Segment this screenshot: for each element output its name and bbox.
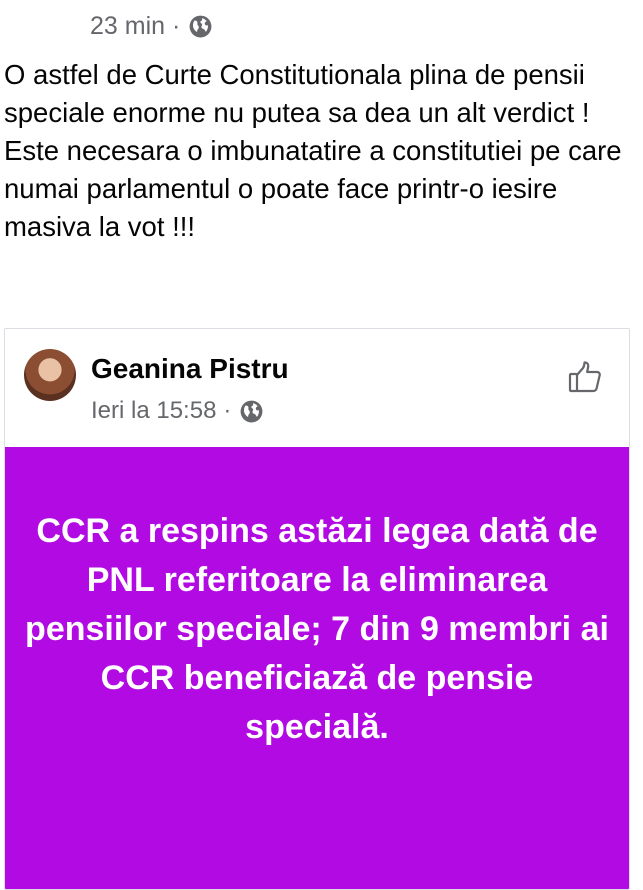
author-name[interactable]: Geanina Pistru xyxy=(91,353,289,385)
shared-post-meta: Ieri la 15:58 · xyxy=(91,397,264,425)
shared-post-card[interactable]: Geanina Pistru Ieri la 15:58 · CCR a res… xyxy=(4,328,630,890)
globe-icon[interactable] xyxy=(188,14,213,39)
shared-post-header: Geanina Pistru Ieri la 15:58 · xyxy=(5,329,629,447)
globe-icon[interactable] xyxy=(239,399,264,424)
shared-post-banner: CCR a respins astăzi legea dată de PNL r… xyxy=(5,447,629,889)
shared-post-timestamp[interactable]: Ieri la 15:58 xyxy=(91,397,216,425)
post-timestamp[interactable]: 23 min xyxy=(90,12,165,41)
avatar[interactable] xyxy=(24,349,76,401)
meta-separator: · xyxy=(223,397,232,424)
meta-separator: · xyxy=(172,11,181,40)
banner-text: CCR a respins astăzi legea dată de PNL r… xyxy=(25,512,609,746)
post-meta: 23 min · xyxy=(90,8,213,44)
thumbs-up-icon[interactable] xyxy=(567,359,603,395)
post-text: O astfel de Curte Constitutionala plina … xyxy=(4,59,622,242)
